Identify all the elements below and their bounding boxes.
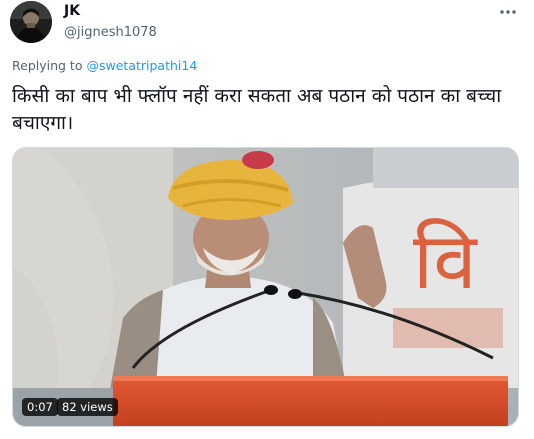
- author-display-name[interactable]: JK: [64, 3, 157, 20]
- replying-to-link[interactable]: @swetatripathi14: [86, 58, 197, 73]
- video-frame: वि: [13, 148, 518, 426]
- avatar-image: [10, 1, 52, 43]
- tweet: JK @jignesh1078 Replying to @swetatripat…: [0, 0, 534, 439]
- avatar[interactable]: [10, 1, 52, 43]
- replying-to: Replying to @swetatripathi14: [12, 58, 197, 73]
- replying-to-label: Replying to: [12, 58, 83, 73]
- author-block: JK @jignesh1078: [64, 3, 157, 41]
- more-options-icon[interactable]: [498, 2, 518, 22]
- tweet-text: किसी का बाप भी फ्लॉप नहीं करा सकता अब पठ…: [12, 85, 502, 134]
- video-player[interactable]: वि: [12, 147, 519, 427]
- author-handle[interactable]: @jignesh1078: [64, 24, 157, 41]
- video-views-badge: 82 views: [57, 398, 118, 416]
- video-duration-badge: 0:07: [22, 398, 58, 416]
- banner-text: वि: [413, 217, 478, 307]
